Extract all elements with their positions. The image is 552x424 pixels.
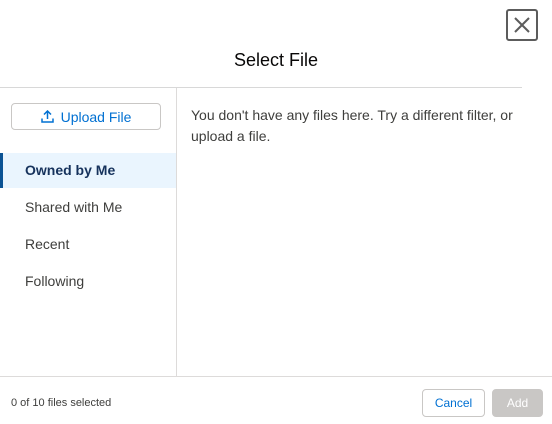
sidebar: Upload File Owned by Me Shared with Me R… xyxy=(0,88,177,376)
selection-count: 0 of 10 files selected xyxy=(11,397,112,409)
select-file-dialog: Select File Upload File Owned by Me Shar… xyxy=(0,0,552,424)
dialog-title: Select File xyxy=(233,50,319,70)
empty-state-message: You don't have any files here. Try a dif… xyxy=(191,107,513,144)
close-icon xyxy=(513,16,531,34)
nav-item-recent[interactable]: Recent xyxy=(0,227,176,262)
cancel-button[interactable]: Cancel xyxy=(422,389,485,417)
close-button[interactable] xyxy=(506,9,538,41)
nav-item-following[interactable]: Following xyxy=(0,264,176,299)
upload-file-button[interactable]: Upload File xyxy=(11,103,161,130)
filter-nav: Owned by Me Shared with Me Recent Follow… xyxy=(0,153,176,301)
nav-item-owned-by-me[interactable]: Owned by Me xyxy=(0,153,176,188)
footer-divider xyxy=(0,376,552,377)
add-button[interactable]: Add xyxy=(492,389,543,417)
file-list-area: You don't have any files here. Try a dif… xyxy=(177,88,552,376)
upload-icon xyxy=(40,110,54,123)
upload-file-label: Upload File xyxy=(60,108,132,125)
nav-item-shared-with-me[interactable]: Shared with Me xyxy=(0,190,176,225)
